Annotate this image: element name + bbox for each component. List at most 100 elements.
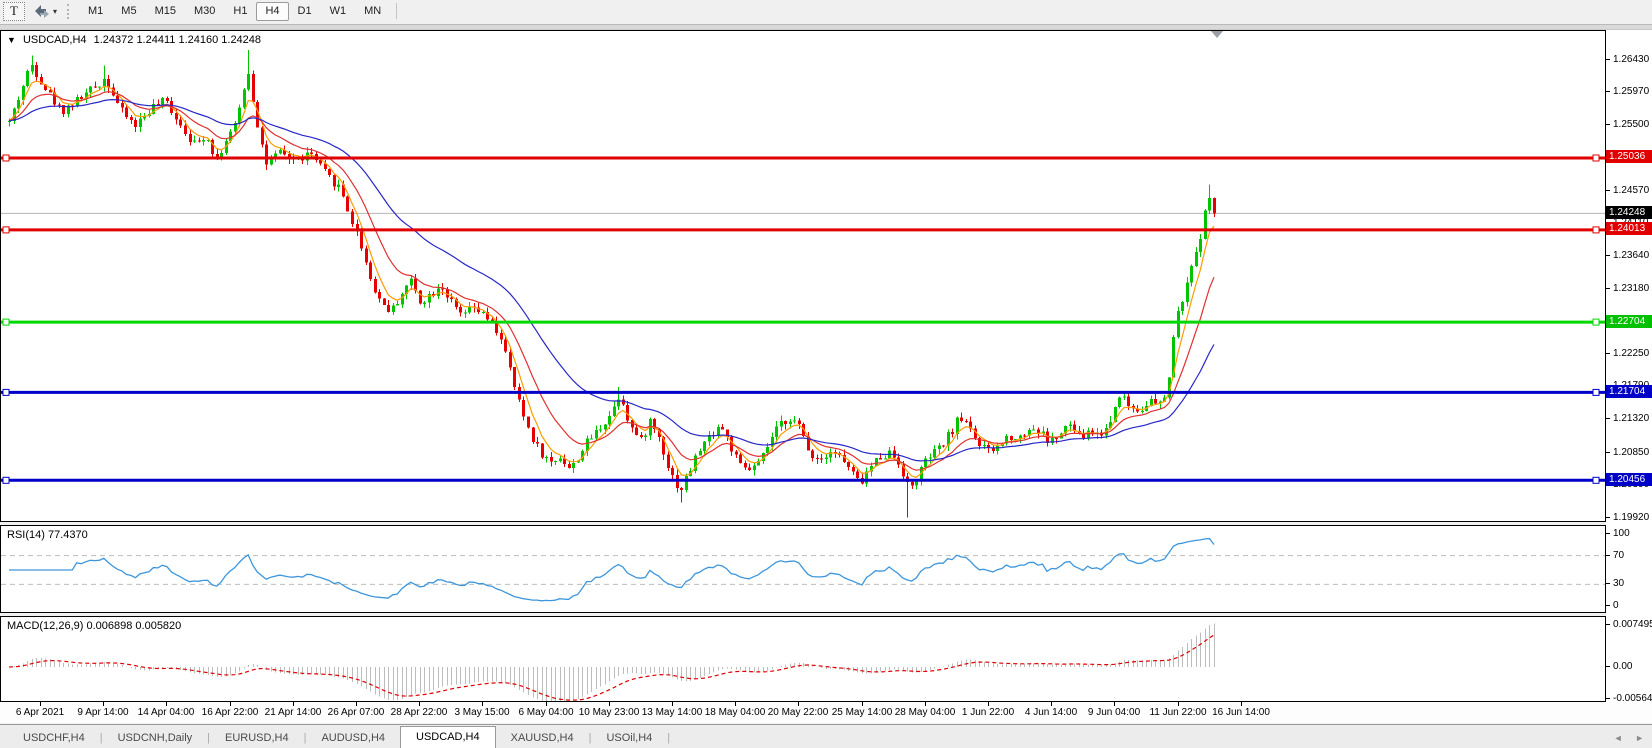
rsi-tick-label: 100 [1613, 528, 1630, 539]
time-tick [356, 702, 357, 706]
rsi-tick-label: 0 [1613, 600, 1619, 611]
toolbar: T ▾ M1 M5 M15 M30 H1 H4 D1 W1 MN [0, 0, 1652, 23]
macd-canvas[interactable] [1, 617, 1605, 701]
price-tick [1606, 190, 1610, 191]
price-level-tag: 1.21704 [1606, 385, 1652, 398]
time-tick [419, 702, 420, 706]
price-tick [1606, 255, 1610, 256]
time-tick [40, 702, 41, 706]
time-label: 16 Jun 14:00 [1186, 707, 1296, 718]
price-level-tag: 1.24248 [1606, 206, 1652, 219]
price-tick [1606, 124, 1610, 125]
horizontal-line-1.20456[interactable] [1, 477, 1605, 483]
time-tick [862, 702, 863, 706]
price-tick [1606, 91, 1610, 92]
rsi-canvas[interactable] [1, 526, 1605, 612]
horizontal-line-1.24013[interactable] [1, 227, 1605, 233]
price-tick-label: 1.23180 [1613, 283, 1649, 294]
time-tick [1051, 702, 1052, 706]
timeframe-button-m1[interactable]: M1 [79, 2, 112, 21]
price-tick-label: 1.24570 [1613, 185, 1649, 196]
rsi-tick-label: 70 [1613, 550, 1624, 561]
chevron-down-icon[interactable]: ▾ [53, 7, 57, 16]
rsi-line [9, 539, 1214, 601]
chart-ohlc-values: 1.24372 1.24411 1.24160 1.24248 [94, 34, 261, 46]
price-tick-label: 1.21320 [1613, 413, 1649, 424]
price-tick-label: 1.25970 [1613, 86, 1649, 97]
tab-scroll-right-icon[interactable]: ► [1635, 733, 1644, 743]
time-tick [1114, 702, 1115, 706]
timeframe-button-m5[interactable]: M5 [112, 2, 145, 21]
tab-usdcad-h4[interactable]: USDCAD,H4 [400, 726, 496, 748]
timeframe-button-h1[interactable]: H1 [224, 2, 256, 21]
time-tick [609, 702, 610, 706]
toolbar-grip[interactable] [67, 4, 72, 19]
chart-tab-bar: USDCHF,H4 | USDCNH,Daily | EURUSD,H4 | A… [0, 724, 1652, 748]
chart-shift-marker[interactable] [1211, 31, 1223, 38]
timeframe-button-d1[interactable]: D1 [289, 2, 321, 21]
ma-slow-line [9, 100, 1214, 461]
tab-eurusd-h4[interactable]: EURUSD,H4 [210, 728, 304, 748]
time-tick [482, 702, 483, 706]
rsi-tick [1606, 533, 1610, 534]
tab-audusd-h4[interactable]: AUDUSD,H4 [306, 728, 400, 748]
price-level-tag: 1.20456 [1606, 473, 1652, 486]
time-tick [546, 702, 547, 706]
timeframe-button-mn[interactable]: MN [355, 2, 390, 21]
tab-scroll-left-icon[interactable]: ◄ [1614, 733, 1623, 743]
tab-usoil-h4[interactable]: USOil,H4 [591, 728, 667, 748]
time-tick [230, 702, 231, 706]
price-chart-canvas[interactable] [1, 31, 1605, 521]
horizontal-line-1.22704[interactable] [1, 319, 1605, 325]
rsi-tick-label: 30 [1613, 578, 1624, 589]
tab-usdcnh-daily[interactable]: USDCNH,Daily [103, 728, 208, 748]
rsi-indicator-pane: RSI(14) 77.4370 [0, 525, 1606, 613]
rsi-label: RSI(14) 77.4370 [7, 529, 88, 541]
price-tick-label: 1.20850 [1613, 447, 1649, 458]
price-tick [1606, 452, 1610, 453]
macd-tick-label: 0.00 [1613, 661, 1632, 672]
timeframe-button-h4[interactable]: H4 [256, 2, 288, 21]
macd-tick-label: 0.007495 [1613, 619, 1652, 630]
tab-xauusd-h4[interactable]: XAUUSD,H4 [496, 728, 589, 748]
candlesticks [8, 50, 1216, 517]
tab-scroll-arrows: ◄ ► [1604, 733, 1644, 743]
time-tick [925, 702, 926, 706]
macd-tick-label: -0.00564 [1613, 693, 1652, 704]
arrows-tool-icon [33, 4, 50, 19]
timeframe-button-w1[interactable]: W1 [321, 2, 356, 21]
macd-label: MACD(12,26,9) 0.006898 0.005820 [7, 620, 181, 632]
tab-usdchf-h4[interactable]: USDCHF,H4 [8, 728, 100, 748]
time-tick [1178, 702, 1179, 706]
time-tick [166, 702, 167, 706]
price-chart-pane: ▼ USDCAD,H4 1.24372 1.24411 1.24160 1.24… [0, 30, 1606, 522]
macd-tick [1606, 624, 1610, 625]
price-tick [1606, 418, 1610, 419]
price-level-tag: 1.22704 [1606, 315, 1652, 328]
time-tick [103, 702, 104, 706]
timeframe-button-m15[interactable]: M15 [146, 2, 185, 21]
timeframe-button-m30[interactable]: M30 [185, 2, 224, 21]
ma-mid-line [9, 92, 1214, 471]
price-tick [1606, 59, 1610, 60]
horizontal-line-1.21704[interactable] [1, 389, 1605, 395]
rsi-tick [1606, 583, 1610, 584]
price-tick-label: 1.26430 [1613, 54, 1649, 65]
time-tick [735, 702, 736, 706]
text-tool-button[interactable]: T [3, 2, 25, 21]
horizontal-line-1.25036[interactable] [1, 155, 1605, 161]
time-axis: 6 Apr 20219 Apr 14:0014 Apr 04:0016 Apr … [0, 702, 1606, 722]
price-tick-label: 1.25500 [1613, 119, 1649, 130]
macd-signal-line [9, 635, 1214, 700]
price-level-tag: 1.25036 [1606, 150, 1652, 163]
arrows-tool-button[interactable]: ▾ [33, 2, 61, 20]
rsi-tick [1606, 605, 1610, 606]
time-tick [798, 702, 799, 706]
price-tick-label: 1.19920 [1613, 512, 1649, 523]
macd-axis: 0.007495 0.00 -0.00564 [1606, 616, 1652, 702]
chart-dropdown-icon[interactable]: ▼ [7, 35, 16, 45]
time-tick [293, 702, 294, 706]
chart-scrollbar[interactable] [0, 22, 1652, 30]
rsi-axis: 100 70 30 0 [1606, 525, 1652, 613]
price-axis: 1.264301.259701.255001.250301.245701.241… [1606, 30, 1652, 522]
